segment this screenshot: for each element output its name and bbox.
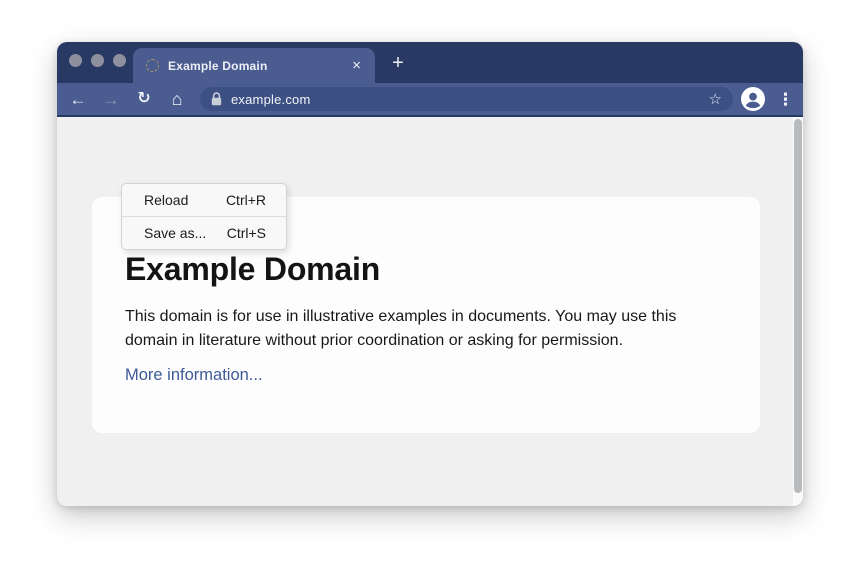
- address-bar[interactable]: example.com ☆: [200, 87, 733, 111]
- screenshot-stage: Example Domain × + ← → ↻ ⌂ example.com ☆: [0, 0, 860, 580]
- more-information-link[interactable]: More information...: [125, 366, 263, 385]
- tab-title: Example Domain: [168, 59, 268, 73]
- toolbar: ← → ↻ ⌂ example.com ☆: [57, 83, 803, 117]
- home-icon[interactable]: ⌂: [167, 90, 187, 108]
- context-menu: Reload Ctrl+R Save as... Ctrl+S: [121, 183, 287, 250]
- traffic-light-zoom-button[interactable]: [113, 54, 126, 67]
- page-paragraph: This domain is for use in illustrative e…: [125, 305, 730, 353]
- kebab-menu-icon[interactable]: ⋮: [777, 91, 793, 108]
- tab-strip: Example Domain × +: [57, 42, 803, 83]
- menu-item-label: Save as...: [144, 225, 206, 241]
- back-icon[interactable]: ←: [68, 91, 88, 108]
- browser-window: Example Domain × + ← → ↻ ⌂ example.com ☆: [57, 42, 803, 506]
- url-text[interactable]: example.com: [231, 92, 311, 107]
- scrollbar[interactable]: [793, 117, 803, 506]
- menu-item-shortcut: Ctrl+R: [226, 192, 266, 208]
- bookmark-star-icon[interactable]: ☆: [709, 92, 722, 107]
- menu-item-save-as[interactable]: Save as... Ctrl+S: [122, 217, 286, 249]
- scrollbar-thumb[interactable]: [794, 119, 802, 493]
- page-viewport: Example Domain This domain is for use in…: [57, 117, 803, 506]
- menu-item-shortcut: Ctrl+S: [227, 225, 266, 241]
- reload-icon[interactable]: ↻: [134, 91, 154, 107]
- lock-icon: [211, 92, 222, 106]
- profile-avatar-icon[interactable]: [741, 87, 765, 111]
- menu-item-reload[interactable]: Reload Ctrl+R: [122, 184, 286, 216]
- traffic-light-close-button[interactable]: [69, 54, 82, 67]
- window-controls: [69, 54, 126, 67]
- tab-close-icon[interactable]: ×: [352, 58, 361, 73]
- forward-icon[interactable]: →: [101, 91, 121, 108]
- new-tab-button[interactable]: +: [386, 48, 410, 78]
- globe-favicon-icon: [146, 59, 159, 72]
- page-title: Example Domain: [125, 249, 760, 289]
- menu-item-label: Reload: [144, 192, 188, 208]
- traffic-light-minimize-button[interactable]: [91, 54, 104, 67]
- tab-example-domain[interactable]: Example Domain ×: [133, 48, 375, 83]
